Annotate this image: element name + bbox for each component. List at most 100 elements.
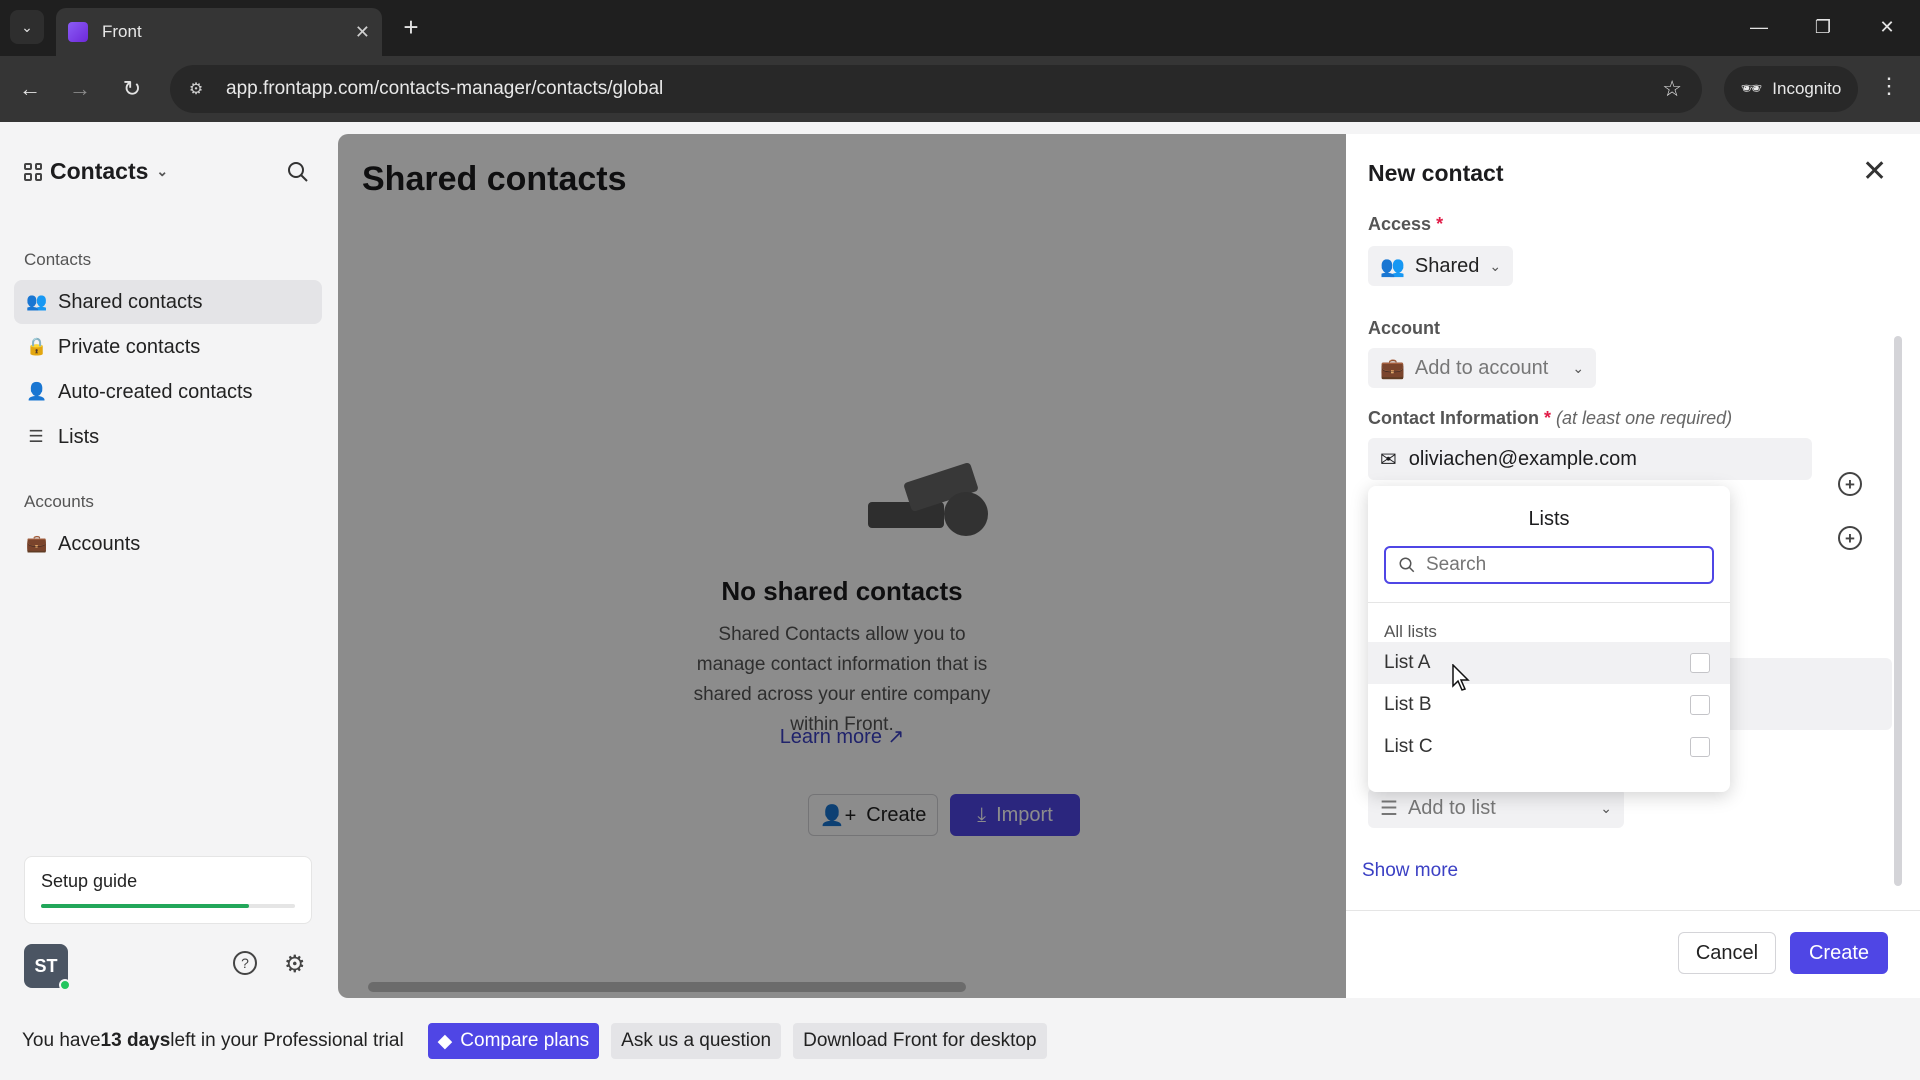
tab-list-button[interactable]: ⌄ (10, 10, 44, 44)
browser-tabbar: ⌄ Front ✕ + — ❐ ✕ (0, 0, 1920, 56)
browser-menu-icon[interactable]: ⋮ (1874, 73, 1904, 99)
briefcase-icon: 💼 (26, 534, 48, 553)
access-value: Shared (1414, 254, 1480, 277)
list-checkbox[interactable] (1690, 737, 1710, 757)
download-desktop-button[interactable]: Download Front for desktop (793, 1023, 1047, 1059)
list-option-a[interactable]: List A (1368, 642, 1730, 684)
avatar-initials: ST (34, 955, 58, 976)
list-icon: ☰ (28, 427, 44, 446)
section-contacts-label: Contacts (24, 250, 92, 269)
panel-title: New contact (1368, 160, 1504, 186)
reload-icon[interactable]: ↻ (116, 73, 148, 105)
front-favicon-icon (68, 22, 88, 42)
access-label: Access * (1368, 214, 1444, 234)
add-to-list-label: Add to list (1407, 796, 1496, 819)
sidebar-item-auto-created-contacts[interactable]: 👤 Auto-created contacts (14, 370, 322, 414)
trial-banner: You have 13 days left in your Profession… (0, 1002, 1920, 1080)
tab-title: Front (102, 22, 142, 41)
sidebar-item-shared-contacts[interactable]: 👥 Shared contacts (14, 280, 322, 324)
settings-gear-icon[interactable]: ⚙ (284, 950, 306, 979)
setup-guide-card[interactable]: Setup guide (24, 856, 312, 924)
setup-progress-fill (41, 904, 250, 908)
list-option-label: List A (1384, 652, 1431, 673)
site-settings-icon[interactable]: ⚙ (182, 79, 210, 99)
users-icon: 👥 (26, 292, 48, 311)
compare-plans-label: Compare plans (460, 1030, 590, 1051)
trial-text-before: You have (22, 1030, 101, 1051)
chevron-down-icon: ⌄ (1572, 359, 1585, 376)
dropdown-divider (1368, 602, 1730, 603)
workspace-title: Contacts (50, 158, 149, 184)
briefcase-icon: 💼 (1380, 357, 1405, 380)
sidebar-item-accounts[interactable]: 💼 Accounts (14, 522, 322, 566)
lists-search-input[interactable] (1426, 554, 1696, 576)
list-checkbox[interactable] (1690, 695, 1710, 715)
add-phone-icon[interactable]: + (1838, 526, 1862, 550)
section-accounts-label: Accounts (24, 492, 94, 511)
workspace-switcher[interactable]: Contacts ⌄ (24, 158, 168, 185)
svg-text:?: ? (241, 955, 249, 971)
avatar[interactable]: ST (24, 944, 71, 991)
email-field[interactable]: ✉ oliviachen@example.com (1368, 438, 1812, 480)
new-contact-panel: New contact ✕ Access * 👥 Shared ⌄ Accoun… (1346, 134, 1920, 998)
panel-scrollbar[interactable] (1894, 336, 1902, 886)
list-option-c[interactable]: List C (1368, 726, 1730, 768)
bookmark-star-icon[interactable]: ☆ (1662, 76, 1682, 102)
ask-question-button[interactable]: Ask us a question (611, 1023, 782, 1059)
lists-search-box[interactable] (1384, 546, 1714, 584)
sidebar-item-lists[interactable]: ☰ Lists (14, 415, 322, 459)
help-icon[interactable]: ? (232, 950, 258, 983)
add-to-list-dropdown[interactable]: ☰ Add to list ⌄ (1368, 788, 1624, 828)
compare-plans-button[interactable]: ◆ Compare plans (427, 1023, 600, 1059)
online-status-dot (59, 979, 71, 991)
account-dropdown[interactable]: 💼 Add to account ⌄ (1368, 348, 1597, 388)
browser-tab[interactable]: Front ✕ (56, 8, 382, 56)
browser-toolbar: ← → ↻ ⚙ app.frontapp.com/contacts-manage… (0, 56, 1920, 122)
email-value: oliviachen@example.com (1408, 447, 1637, 470)
close-icon[interactable]: ✕ (1862, 154, 1887, 189)
add-email-icon[interactable]: + (1838, 472, 1862, 496)
account-label: Account (1368, 318, 1440, 338)
tab-close-icon[interactable]: ✕ (355, 22, 370, 43)
forward-icon[interactable]: → (64, 73, 96, 105)
trial-days: 13 days (100, 1030, 171, 1051)
account-placeholder: Add to account (1414, 356, 1549, 379)
incognito-label: Incognito (1772, 79, 1842, 98)
panel-footer-divider (1346, 910, 1920, 911)
search-icon[interactable] (286, 160, 310, 191)
minimize-icon[interactable]: — (1744, 12, 1774, 42)
front-app: Contacts ⌄ Contacts 👥 Shared contacts 🔒 … (0, 122, 1920, 1002)
lists-dropdown-title: Lists (1528, 508, 1570, 530)
sidebar-item-private-contacts[interactable]: 🔒 Private contacts (14, 325, 322, 369)
lock-icon: 🔒 (26, 337, 48, 356)
contact-info-label: Contact Information * (at least one requ… (1368, 408, 1733, 428)
create-button[interactable]: Create (1790, 932, 1888, 974)
sidebar: Contacts ⌄ Contacts 👥 Shared contacts 🔒 … (0, 122, 336, 1002)
url-text: app.frontapp.com/contacts-manager/contac… (226, 78, 664, 99)
mail-icon: ✉ (1380, 448, 1397, 471)
sidebar-item-label: Lists (58, 425, 100, 448)
address-bar[interactable]: ⚙ app.frontapp.com/contacts-manager/cont… (170, 65, 1702, 113)
show-more-link[interactable]: Show more (1362, 860, 1458, 882)
sidebar-item-label: Private contacts (58, 335, 201, 358)
user-auto-icon: 👤 (26, 382, 48, 401)
mouse-cursor-icon (1452, 664, 1470, 691)
chevron-down-icon: ⌄ (1600, 799, 1612, 816)
access-dropdown[interactable]: 👥 Shared ⌄ (1368, 246, 1514, 286)
list-option-label: List B (1384, 694, 1432, 715)
window-close-icon[interactable]: ✕ (1872, 12, 1902, 42)
incognito-badge[interactable]: 🕶 Incognito (1724, 66, 1858, 112)
apps-grid-icon (24, 162, 42, 181)
modal-backdrop[interactable] (338, 134, 1346, 998)
list-option-b[interactable]: List B (1368, 684, 1730, 726)
trial-text-after: left in your Professional trial (170, 1030, 404, 1051)
all-lists-label: All lists (1384, 622, 1437, 641)
back-icon[interactable]: ← (14, 73, 46, 105)
chevron-down-icon: ⌄ (156, 163, 169, 179)
incognito-icon: 🕶 (1740, 79, 1763, 98)
list-checkbox[interactable] (1690, 653, 1710, 673)
restore-icon[interactable]: ❐ (1808, 12, 1838, 42)
cancel-button[interactable]: Cancel (1678, 932, 1776, 974)
lists-dropdown: Lists All lists List A List B List C (1368, 486, 1730, 792)
new-tab-button[interactable]: + (396, 12, 426, 42)
